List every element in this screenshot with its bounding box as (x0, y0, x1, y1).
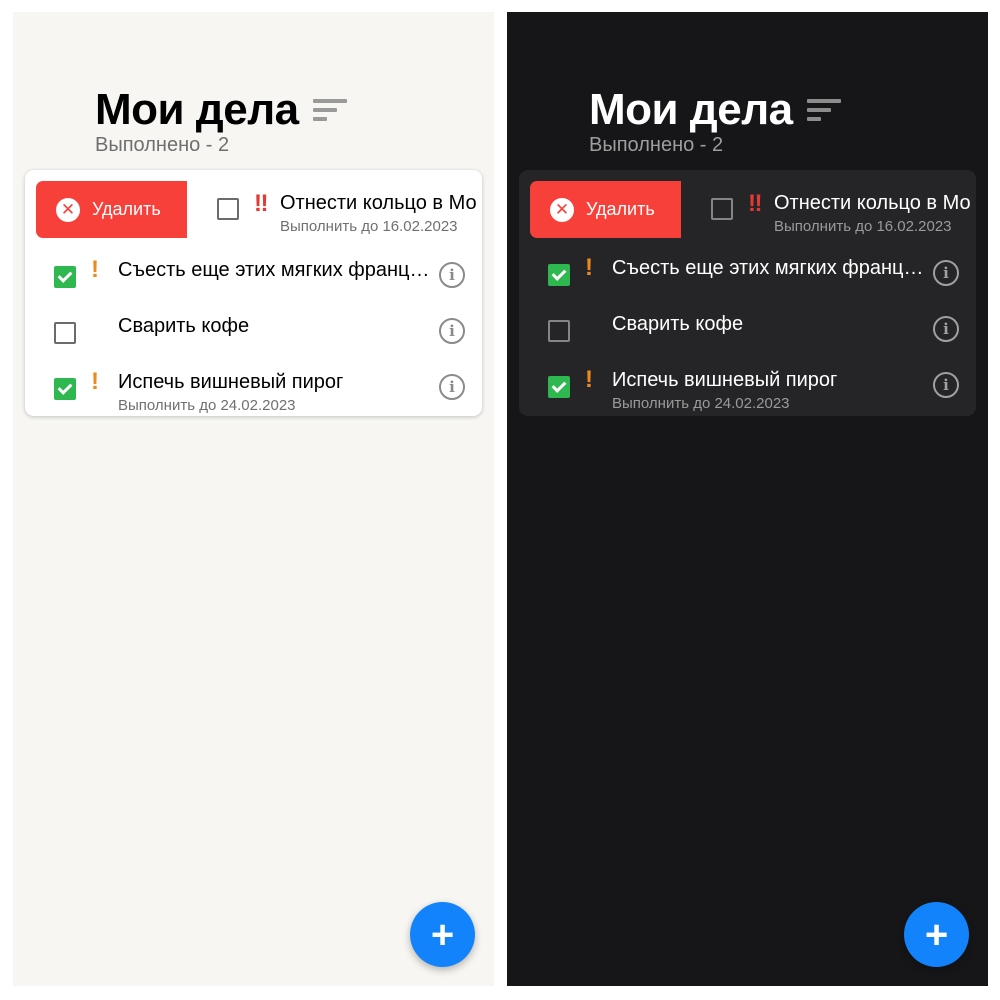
delete-button[interactable]: ✕ Удалить (530, 181, 681, 238)
add-task-button[interactable]: + (904, 902, 969, 967)
page-title: Мои дела (589, 85, 793, 134)
priority-high-icon: ‼ (748, 190, 763, 217)
priority-high-icon: ‼ (254, 190, 269, 217)
task-checkbox-checked[interactable] (54, 378, 76, 400)
header: Мои дела (95, 88, 347, 132)
screen-light-theme: Мои дела Выполнено - 2 ✕ Удалить ‼ Отнес… (13, 12, 494, 986)
task-row[interactable]: Сварить кофе i (519, 304, 976, 360)
task-row[interactable]: ! Съесть еще этих мягких франц… i (25, 250, 482, 306)
task-text: Отнести кольцо в Мо (280, 192, 477, 214)
task-checkbox[interactable] (548, 320, 570, 342)
task-checkbox[interactable] (711, 198, 733, 220)
task-deadline: Выполнить до 16.02.2023 (774, 218, 952, 235)
info-icon[interactable]: i (439, 318, 465, 344)
task-deadline: Выполнить до 24.02.2023 (118, 397, 296, 414)
task-row-swiped[interactable]: ‼ Отнести кольцо в Мо Выполнить до 16.02… (669, 182, 976, 238)
task-checkbox[interactable] (217, 198, 239, 220)
done-counter: Выполнено - 2 (95, 134, 230, 156)
task-row[interactable]: ! Испечь вишневый пирог Выполнить до 24.… (519, 360, 976, 416)
info-icon[interactable]: i (933, 316, 959, 342)
task-row-swiped[interactable]: ‼ Отнести кольцо в Мо Выполнить до 16.02… (175, 182, 482, 238)
task-text: Съесть еще этих мягких франц… (612, 257, 924, 279)
task-text: Съесть еще этих мягких франц… (118, 259, 430, 281)
done-counter: Выполнено - 2 (589, 134, 724, 156)
priority-low-icon: ! (91, 368, 99, 395)
priority-low-icon: ! (585, 254, 593, 281)
screen-dark-theme: Мои дела Выполнено - 2 ✕ Удалить ‼ Отнес… (507, 12, 988, 986)
task-checkbox-checked[interactable] (548, 376, 570, 398)
priority-low-icon: ! (585, 366, 593, 393)
delete-button[interactable]: ✕ Удалить (36, 181, 187, 238)
info-icon[interactable]: i (439, 374, 465, 400)
task-list: ✕ Удалить ‼ Отнести кольцо в Мо Выполнит… (519, 170, 976, 416)
task-list: ✕ Удалить ‼ Отнести кольцо в Мо Выполнит… (25, 170, 482, 416)
task-row[interactable]: ! Съесть еще этих мягких франц… i (519, 248, 976, 304)
x-circle-icon: ✕ (550, 197, 574, 222)
task-text: Испечь вишневый пирог (612, 369, 838, 391)
task-deadline: Выполнить до 16.02.2023 (280, 218, 458, 235)
task-row[interactable]: ! Испечь вишневый пирог Выполнить до 24.… (25, 362, 482, 416)
delete-label: Удалить (92, 199, 161, 219)
priority-low-icon: ! (91, 256, 99, 283)
task-deadline: Выполнить до 24.02.2023 (612, 395, 790, 412)
task-text: Отнести кольцо в Мо (774, 192, 971, 214)
info-icon[interactable]: i (439, 262, 465, 288)
task-row[interactable]: Сварить кофе i (25, 306, 482, 362)
page-title: Мои дела (95, 85, 299, 134)
header: Мои дела (589, 88, 841, 132)
task-text: Сварить кофе (118, 315, 250, 337)
task-text: Сварить кофе (612, 313, 744, 335)
task-checkbox-checked[interactable] (54, 266, 76, 288)
info-icon[interactable]: i (933, 372, 959, 398)
add-task-button[interactable]: + (410, 902, 475, 967)
x-circle-icon: ✕ (56, 197, 80, 222)
task-checkbox-checked[interactable] (548, 264, 570, 286)
info-icon[interactable]: i (933, 260, 959, 286)
sort-filter-icon[interactable] (312, 99, 347, 121)
sort-filter-icon[interactable] (806, 99, 841, 121)
delete-label: Удалить (586, 199, 655, 219)
task-checkbox[interactable] (54, 322, 76, 344)
task-text: Испечь вишневый пирог (118, 371, 344, 393)
